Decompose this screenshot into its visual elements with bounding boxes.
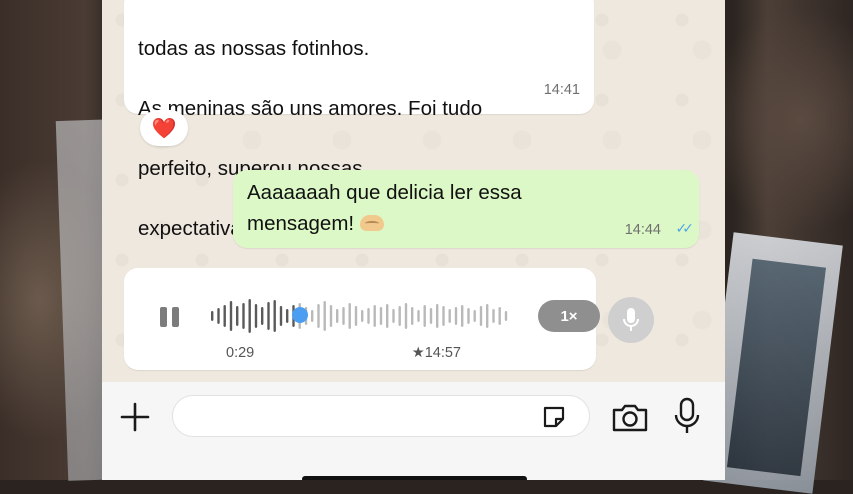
waveform-bar xyxy=(323,301,326,331)
audio-waveform[interactable] xyxy=(210,296,510,336)
heart-reaction[interactable]: ❤️ xyxy=(140,110,188,146)
waveform-bar xyxy=(404,303,408,329)
waveform-bar xyxy=(367,308,370,324)
waveform-bar xyxy=(492,309,495,323)
waveform-bar xyxy=(342,307,345,325)
sticker-icon[interactable] xyxy=(540,403,568,431)
waveform-bar xyxy=(423,305,426,327)
waveform-bar xyxy=(461,305,464,327)
waveform-bar xyxy=(442,306,445,326)
waveform-bar xyxy=(254,304,258,328)
message-line: As meninas são uns amores. Foi tudo xyxy=(138,97,483,120)
message-text: Aaaaaaah que delicia ler essa mensagem! xyxy=(247,177,617,239)
message-composer xyxy=(102,382,725,480)
waveform-bar xyxy=(467,308,470,324)
camera-icon[interactable] xyxy=(611,401,649,433)
waveform-bar xyxy=(498,307,501,325)
waveform-bar xyxy=(217,308,220,324)
read-receipt-icon: ✓✓ xyxy=(675,220,695,236)
voice-duration: 0:29 xyxy=(226,345,255,361)
waveform-bar xyxy=(286,309,289,323)
playback-scrubber[interactable] xyxy=(291,307,308,323)
waveform-bar xyxy=(267,302,270,330)
waveform-bar xyxy=(361,310,364,322)
outgoing-message[interactable]: Aaaaaaah que delicia ler essa mensagem! … xyxy=(233,170,699,248)
waveform-bar xyxy=(454,307,458,325)
waveform-bar xyxy=(386,304,389,328)
microphone-icon xyxy=(623,308,639,331)
waveform-bar xyxy=(417,310,420,322)
waveform-bar xyxy=(486,304,489,328)
waveform-bar xyxy=(392,309,395,323)
waveform-bar xyxy=(236,306,239,326)
waveform-bar xyxy=(348,303,351,329)
plus-icon[interactable] xyxy=(118,400,152,434)
waveform-bar xyxy=(429,308,433,324)
pause-icon[interactable] xyxy=(158,305,182,329)
microphone-icon[interactable] xyxy=(672,396,702,436)
voice-message[interactable]: 1× 0:29 ★14:57 xyxy=(124,268,600,370)
waveform-bar xyxy=(411,307,414,325)
waveform-bar xyxy=(473,310,476,322)
incoming-message[interactable]: todas as nossas fotinhos. As meninas são… xyxy=(124,0,594,240)
waveform-bar xyxy=(223,305,226,327)
voice-sender-avatar xyxy=(608,297,654,343)
waveform-bar xyxy=(329,305,333,327)
waveform-bar xyxy=(398,306,401,326)
message-timestamp: 14:41 xyxy=(543,82,580,98)
waveform-bar xyxy=(354,306,358,326)
background-card-photo xyxy=(726,258,827,477)
message-line: todas as nossas fotinhos. xyxy=(138,37,370,60)
waveform-bar xyxy=(317,304,320,328)
voice-timestamp: ★14:57 xyxy=(411,345,461,361)
waveform-bar xyxy=(448,309,451,323)
waveform-bar xyxy=(373,305,376,327)
waveform-bar xyxy=(229,301,233,331)
waveform-bar xyxy=(379,307,383,325)
heart-icon: ❤️ xyxy=(151,117,177,140)
waveform-bar xyxy=(336,309,339,323)
waveform-bar xyxy=(504,311,508,321)
waveform-bar xyxy=(479,306,483,326)
chat-screen: todas as nossas fotinhos. As meninas são… xyxy=(102,0,725,480)
waveform-bar xyxy=(273,300,276,332)
waveform-bar xyxy=(436,304,439,328)
smiling-face-emoji-icon xyxy=(360,215,385,231)
waveform-bar xyxy=(311,310,314,322)
waveform-bar xyxy=(248,299,251,333)
message-line: mensagem! xyxy=(247,212,355,235)
waveform-bar xyxy=(279,306,283,326)
message-input[interactable] xyxy=(172,395,590,437)
home-indicator xyxy=(302,476,527,480)
playback-speed-button[interactable]: 1× xyxy=(538,300,600,332)
message-timestamp: 14:44 xyxy=(624,222,661,238)
message-line: Aaaaaaah que delicia ler essa xyxy=(247,181,522,204)
waveform-bar xyxy=(211,311,214,321)
waveform-bar xyxy=(242,303,245,329)
waveform-bar xyxy=(261,307,264,325)
